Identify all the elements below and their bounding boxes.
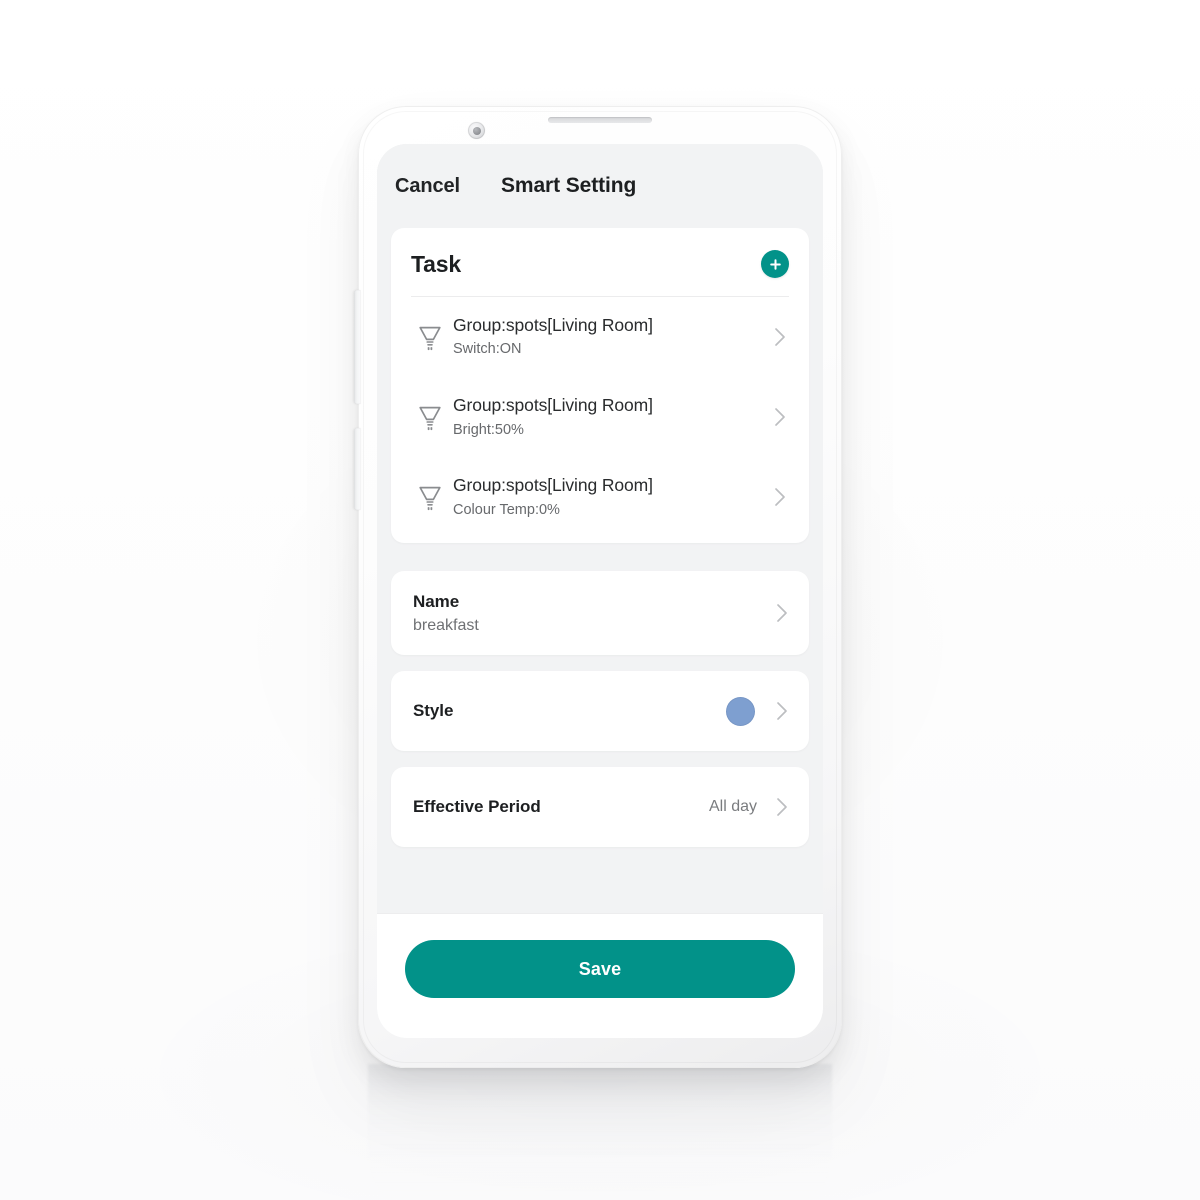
setting-row-effective-period-text: Effective Period	[413, 797, 709, 817]
earpiece-speaker-icon	[548, 117, 652, 123]
task-row-secondary: Switch:ON	[453, 341, 522, 358]
task-row[interactable]: Group:spots[Living Room] Bright:50%	[391, 377, 809, 457]
task-row[interactable]: Group:spots[Living Room] Colour Temp:0%	[391, 457, 809, 537]
task-row[interactable]: Group:spots[Living Room] Switch:ON	[391, 297, 809, 377]
front-camera-icon	[468, 122, 485, 139]
task-card: Task Group:spots[Living Room] Switch:ON …	[391, 228, 809, 544]
style-color-swatch[interactable]	[726, 696, 755, 726]
task-row-primary: Group:spots[Living Room]	[453, 315, 653, 335]
task-row-primary: Group:spots[Living Room]	[453, 475, 653, 496]
page-title: Smart Setting	[501, 174, 637, 197]
chevron-right-icon	[769, 407, 791, 427]
task-row-text: Group:spots[Living Room] Colour Temp:0%	[453, 473, 769, 521]
power-button[interactable]	[354, 428, 361, 510]
task-card-header: Task	[391, 228, 809, 296]
navigation-bar: Cancel Smart Setting	[377, 144, 823, 228]
task-row-secondary: Bright:50%	[453, 421, 524, 438]
setting-label-style: Style	[413, 701, 454, 721]
setting-row-effective-period[interactable]: Effective Period All day	[391, 767, 809, 848]
spotlight-bulb-icon	[407, 402, 453, 432]
footer-action-bar: Save	[377, 913, 823, 1038]
setting-row-name[interactable]: Name breakfast	[391, 571, 809, 656]
chevron-right-icon	[769, 327, 791, 347]
chevron-right-icon	[771, 797, 793, 817]
task-section-title: Task	[411, 250, 461, 277]
spotlight-bulb-icon	[407, 322, 453, 352]
setting-row-name-text: Name breakfast	[413, 592, 771, 635]
setting-row-style[interactable]: Style	[391, 671, 809, 752]
plus-circle-icon	[767, 256, 784, 273]
add-task-button[interactable]	[761, 250, 789, 278]
chevron-right-icon	[771, 701, 793, 721]
device-reflection	[368, 1064, 832, 1200]
volume-rocker-button[interactable]	[354, 290, 361, 404]
task-row-secondary: Colour Temp:0%	[453, 501, 560, 518]
settings-scroll-area[interactable]: Task Group:spots[Living Room] Switch:ON …	[377, 228, 823, 913]
chevron-right-icon	[769, 487, 791, 507]
cancel-button[interactable]: Cancel	[391, 169, 464, 204]
setting-value-name: breakfast	[413, 616, 479, 634]
task-row-text: Group:spots[Living Room] Bright:50%	[453, 393, 769, 441]
task-row-text: Group:spots[Living Room] Switch:ON	[453, 313, 769, 361]
chevron-right-icon	[771, 603, 793, 623]
task-row-primary: Group:spots[Living Room]	[453, 395, 653, 416]
phone-screen: Cancel Smart Setting Task Group:spots[Li…	[377, 144, 823, 1038]
setting-label-effective-period: Effective Period	[413, 797, 541, 817]
setting-value-effective-period: All day	[708, 798, 757, 816]
setting-label-name: Name	[413, 591, 460, 611]
smart-setting-app: Cancel Smart Setting Task Group:spots[Li…	[377, 144, 823, 1038]
setting-row-style-text: Style	[413, 701, 726, 721]
phone-device-frame: Cancel Smart Setting Task Group:spots[Li…	[354, 106, 842, 1068]
spotlight-bulb-icon	[407, 482, 453, 512]
save-button[interactable]: Save	[405, 940, 795, 998]
